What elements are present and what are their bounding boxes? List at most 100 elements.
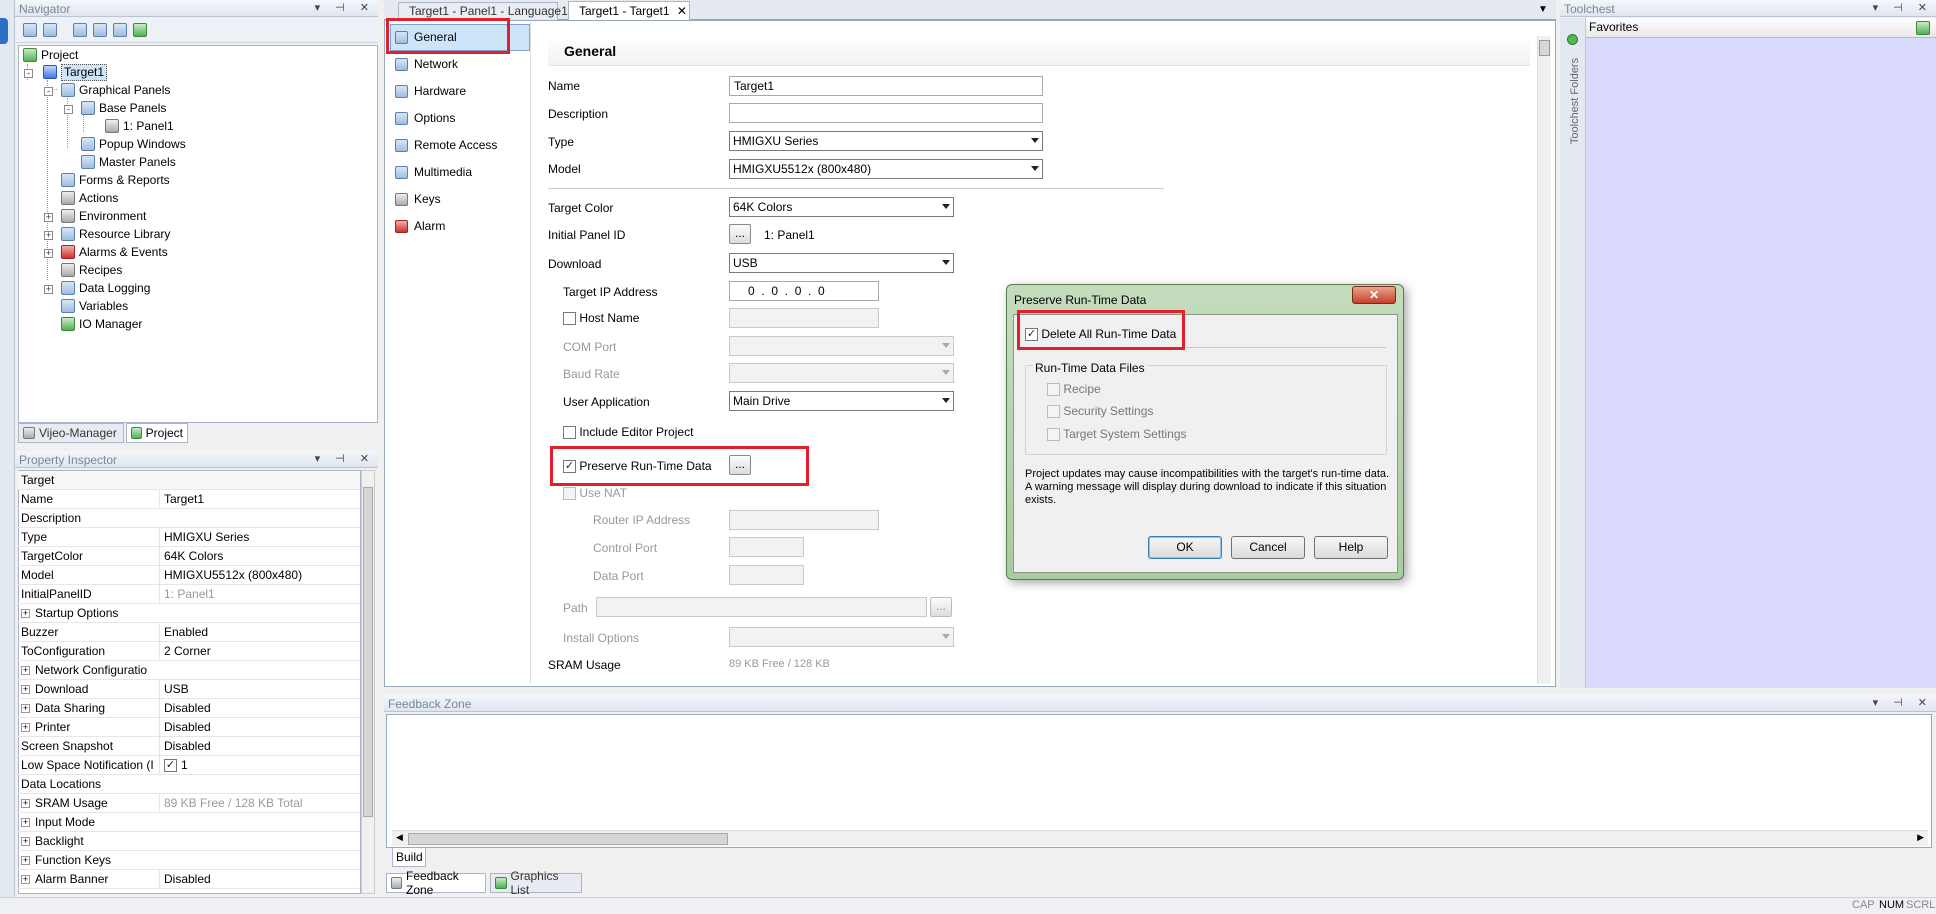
tree-expander-resource-library[interactable]: + xyxy=(44,231,53,240)
property-row[interactable]: + Printer Disabled xyxy=(18,718,360,737)
host-name-checkbox-box[interactable] xyxy=(563,312,576,326)
expand-icon[interactable]: + xyxy=(21,704,30,714)
nav-tool-icon-4[interactable] xyxy=(93,23,107,37)
property-row[interactable]: + Download USB xyxy=(18,680,360,699)
property-row[interactable]: Low Space Notification (I ✓ 1 xyxy=(18,756,360,775)
property-row[interactable]: + Backlight xyxy=(18,832,360,851)
nav-item-alarm[interactable]: Alarm xyxy=(395,214,445,238)
tab-feedback-zone[interactable]: Feedback Zone xyxy=(386,869,486,897)
favorites-header[interactable]: Favorites xyxy=(1586,18,1936,38)
toolchest-green-icon[interactable] xyxy=(1567,34,1578,45)
nav-item-multimedia[interactable]: Multimedia xyxy=(395,160,472,184)
property-row[interactable]: + Data Sharing Disabled xyxy=(18,699,360,718)
tree-item-environment[interactable]: Environment xyxy=(61,207,146,225)
expand-icon[interactable]: + xyxy=(21,609,30,619)
tab-project[interactable]: Project xyxy=(126,423,188,443)
property-row[interactable]: Name Target1 xyxy=(18,490,360,509)
tree-item-master-panels[interactable]: Master Panels xyxy=(81,153,176,171)
nav-tool-icon-3[interactable] xyxy=(73,23,87,37)
tab-target1[interactable]: Target1 - Target1 ✕ xyxy=(568,1,690,21)
favorites-icon[interactable] xyxy=(1916,21,1930,35)
property-row[interactable]: Type HMIGXU Series xyxy=(18,528,360,547)
include-editor-checkbox-box[interactable] xyxy=(563,426,576,440)
feedback-hscrollbar-thumb[interactable] xyxy=(408,833,728,845)
editor-scrollbar-thumb[interactable] xyxy=(1539,40,1550,56)
ok-button[interactable]: OK xyxy=(1148,536,1222,559)
property-row[interactable]: + Network Configuratio xyxy=(18,661,360,680)
property-value[interactable]: HMIGXU Series xyxy=(159,528,359,546)
name-input[interactable]: Target1 xyxy=(729,76,1043,96)
tree-expander-base-panels[interactable]: - xyxy=(64,105,73,114)
nav-tool-icon-5[interactable] xyxy=(113,23,127,37)
property-row[interactable]: Screen Snapshot Disabled xyxy=(18,737,360,756)
target-ip-input[interactable]: 0 . 0 . 0 . 0 xyxy=(729,281,879,301)
tree-item-panel1[interactable]: 1: Panel1 xyxy=(105,117,174,135)
tree-item-graphical-panels[interactable]: Graphical Panels xyxy=(61,81,170,99)
property-row[interactable]: Buzzer Enabled xyxy=(18,623,360,642)
expand-icon[interactable]: + xyxy=(21,685,30,695)
property-value[interactable]: Disabled xyxy=(159,718,359,736)
nav-tool-icon-1[interactable] xyxy=(23,23,37,37)
target-color-select[interactable]: 64K Colors xyxy=(729,197,954,217)
expand-icon[interactable]: + xyxy=(21,799,30,809)
help-button[interactable]: Help xyxy=(1314,536,1388,559)
property-row[interactable]: + Function Keys xyxy=(18,851,360,870)
editor-scrollbar[interactable] xyxy=(1537,36,1551,684)
nav-item-keys[interactable]: Keys xyxy=(395,187,441,211)
expand-icon[interactable]: + xyxy=(21,723,30,733)
tab-vijeo-manager[interactable]: Vijeo-Manager xyxy=(18,423,124,443)
close-tab-icon[interactable]: ✕ xyxy=(677,4,687,18)
tree-expander-graphical-panels[interactable]: - xyxy=(44,87,53,96)
tree-item-base-panels[interactable]: Base Panels xyxy=(81,99,166,117)
tree-expander-target1[interactable]: - xyxy=(24,69,33,78)
tree-item-alarms-events[interactable]: Alarms & Events xyxy=(61,243,168,261)
download-select[interactable]: USB xyxy=(729,253,954,273)
include-editor-project-checkbox[interactable]: Include Editor Project xyxy=(563,425,693,440)
property-row[interactable]: + Startup Options xyxy=(18,604,360,623)
tab-build[interactable]: Build xyxy=(392,848,426,867)
property-scrollbar[interactable] xyxy=(361,470,375,894)
scroll-right-icon[interactable]: ▶ xyxy=(1917,832,1924,843)
tree-item-io-manager[interactable]: IO Manager xyxy=(61,315,142,333)
tree-item-actions[interactable]: Actions xyxy=(61,189,118,207)
nav-item-hardware[interactable]: Hardware xyxy=(395,79,466,103)
dialog-close-button[interactable]: ✕ xyxy=(1352,286,1396,304)
expand-icon[interactable]: + xyxy=(21,837,30,847)
edge-icon[interactable] xyxy=(0,18,8,44)
toolchest-folders-label[interactable]: Toolchest Folders xyxy=(1569,51,1581,151)
feedback-window-buttons[interactable]: ▾ ⊣ ✕ xyxy=(1873,696,1933,709)
property-value[interactable]: 64K Colors xyxy=(159,547,359,565)
low-space-checkbox[interactable]: ✓ xyxy=(164,759,177,773)
description-input[interactable] xyxy=(729,103,1043,123)
initial-panel-browse-button[interactable]: ... xyxy=(729,224,751,244)
nav-item-remote-access[interactable]: Remote Access xyxy=(395,133,497,157)
property-value[interactable]: 89 KB Free / 128 KB Total xyxy=(159,794,359,812)
property-value[interactable]: Target1 xyxy=(159,490,359,508)
property-value[interactable]: 1: Panel1 xyxy=(159,585,359,603)
tree-item-data-logging[interactable]: Data Logging xyxy=(61,279,150,297)
expand-icon[interactable]: + xyxy=(21,856,30,866)
tree-item-project[interactable]: Project xyxy=(23,46,78,64)
property-value[interactable]: Enabled xyxy=(159,623,359,641)
property-row[interactable]: Description xyxy=(18,509,360,528)
property-row[interactable]: Model HMIGXU5512x (800x480) xyxy=(18,566,360,585)
property-row[interactable]: + Alarm Banner Disabled xyxy=(18,870,360,889)
cancel-button[interactable]: Cancel xyxy=(1231,536,1305,559)
tree-item-recipes[interactable]: Recipes xyxy=(61,261,122,279)
property-value[interactable]: Disabled xyxy=(159,737,359,755)
property-value[interactable]: 2 Corner xyxy=(159,642,359,660)
property-value[interactable]: Disabled xyxy=(159,699,359,717)
property-value[interactable]: USB xyxy=(159,680,359,698)
nav-tool-icon-2[interactable] xyxy=(43,23,57,37)
tree-item-resource-library[interactable]: Resource Library xyxy=(61,225,170,243)
property-row[interactable]: TargetColor 64K Colors xyxy=(18,547,360,566)
expand-icon[interactable]: + xyxy=(21,666,30,676)
scroll-left-icon[interactable]: ◀ xyxy=(396,832,403,843)
expand-icon[interactable]: + xyxy=(21,818,30,828)
tree-item-forms-reports[interactable]: Forms & Reports xyxy=(61,171,170,189)
expand-icon[interactable]: + xyxy=(21,875,30,885)
tree-expander-data-logging[interactable]: + xyxy=(44,285,53,294)
property-row[interactable]: + SRAM Usage 89 KB Free / 128 KB Total xyxy=(18,794,360,813)
nav-item-network[interactable]: Network xyxy=(395,52,458,76)
tab-graphics-list[interactable]: Graphics List xyxy=(490,869,582,897)
